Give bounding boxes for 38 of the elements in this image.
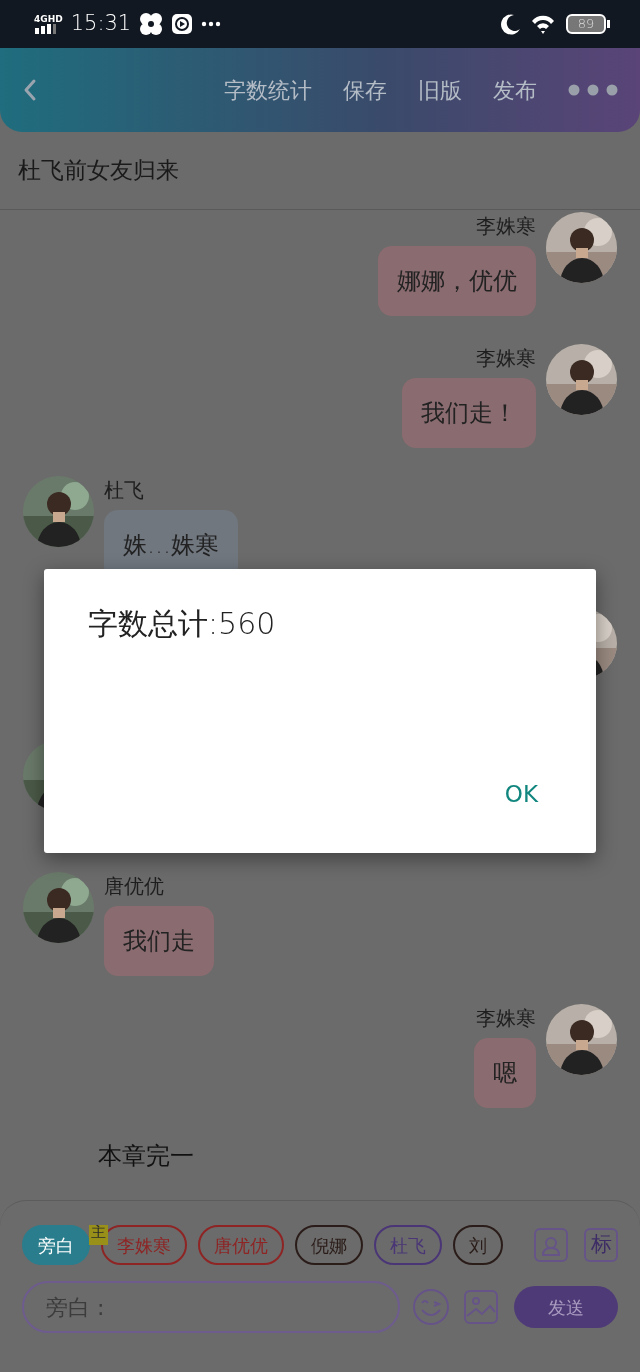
network-type: 4GHD	[34, 14, 63, 24]
speaker-name: 杜飞	[104, 477, 144, 504]
chapter-title: 杜飞前女友归来	[18, 156, 179, 186]
more-icon	[201, 20, 222, 28]
header-action[interactable]: 旧版	[418, 73, 462, 107]
status-time: 15:31	[70, 10, 132, 38]
fan-icon	[139, 12, 164, 36]
message-bubble: 娜娜，优优	[378, 246, 536, 316]
header-action[interactable]: 保存	[343, 73, 387, 107]
battery-tip	[607, 20, 610, 28]
role-chip[interactable]: 旁白	[22, 1225, 90, 1265]
dialog-message: 字数总计:560	[88, 605, 277, 643]
ok-button[interactable]: OK	[490, 772, 552, 815]
person-icon	[540, 1234, 562, 1256]
more-icon[interactable]	[568, 84, 618, 96]
message-bubble: 我们走！	[402, 378, 536, 448]
emoji-icon[interactable]	[412, 1288, 450, 1326]
back-icon[interactable]	[22, 78, 38, 103]
speaker-name: 唐优优	[104, 873, 164, 900]
image-icon[interactable]	[464, 1290, 498, 1324]
role-chip[interactable]: 刘	[453, 1225, 503, 1265]
header-action[interactable]: 发布	[493, 73, 537, 107]
speaker-name: 李姝寒	[476, 1005, 536, 1032]
signal-icon	[34, 24, 58, 34]
message-bubble: 嗯	[474, 1038, 536, 1108]
lead-role-badge: 主	[89, 1225, 108, 1245]
role-chip[interactable]: 倪娜	[295, 1225, 363, 1265]
speaker-name: 李姝寒	[476, 213, 536, 240]
person-button[interactable]	[534, 1228, 568, 1262]
narration-text: 本章完一	[98, 1141, 195, 1172]
battery-level: 89	[566, 14, 606, 34]
header-action[interactable]: 字数统计	[224, 73, 312, 107]
moon-icon	[500, 13, 522, 35]
play-icon	[171, 13, 194, 35]
speaker-name: 李姝寒	[476, 345, 536, 372]
send-button[interactable]: 发送	[514, 1286, 618, 1328]
tag-button[interactable]: 标	[584, 1228, 618, 1262]
message-bubble: 我们走	[104, 906, 214, 976]
